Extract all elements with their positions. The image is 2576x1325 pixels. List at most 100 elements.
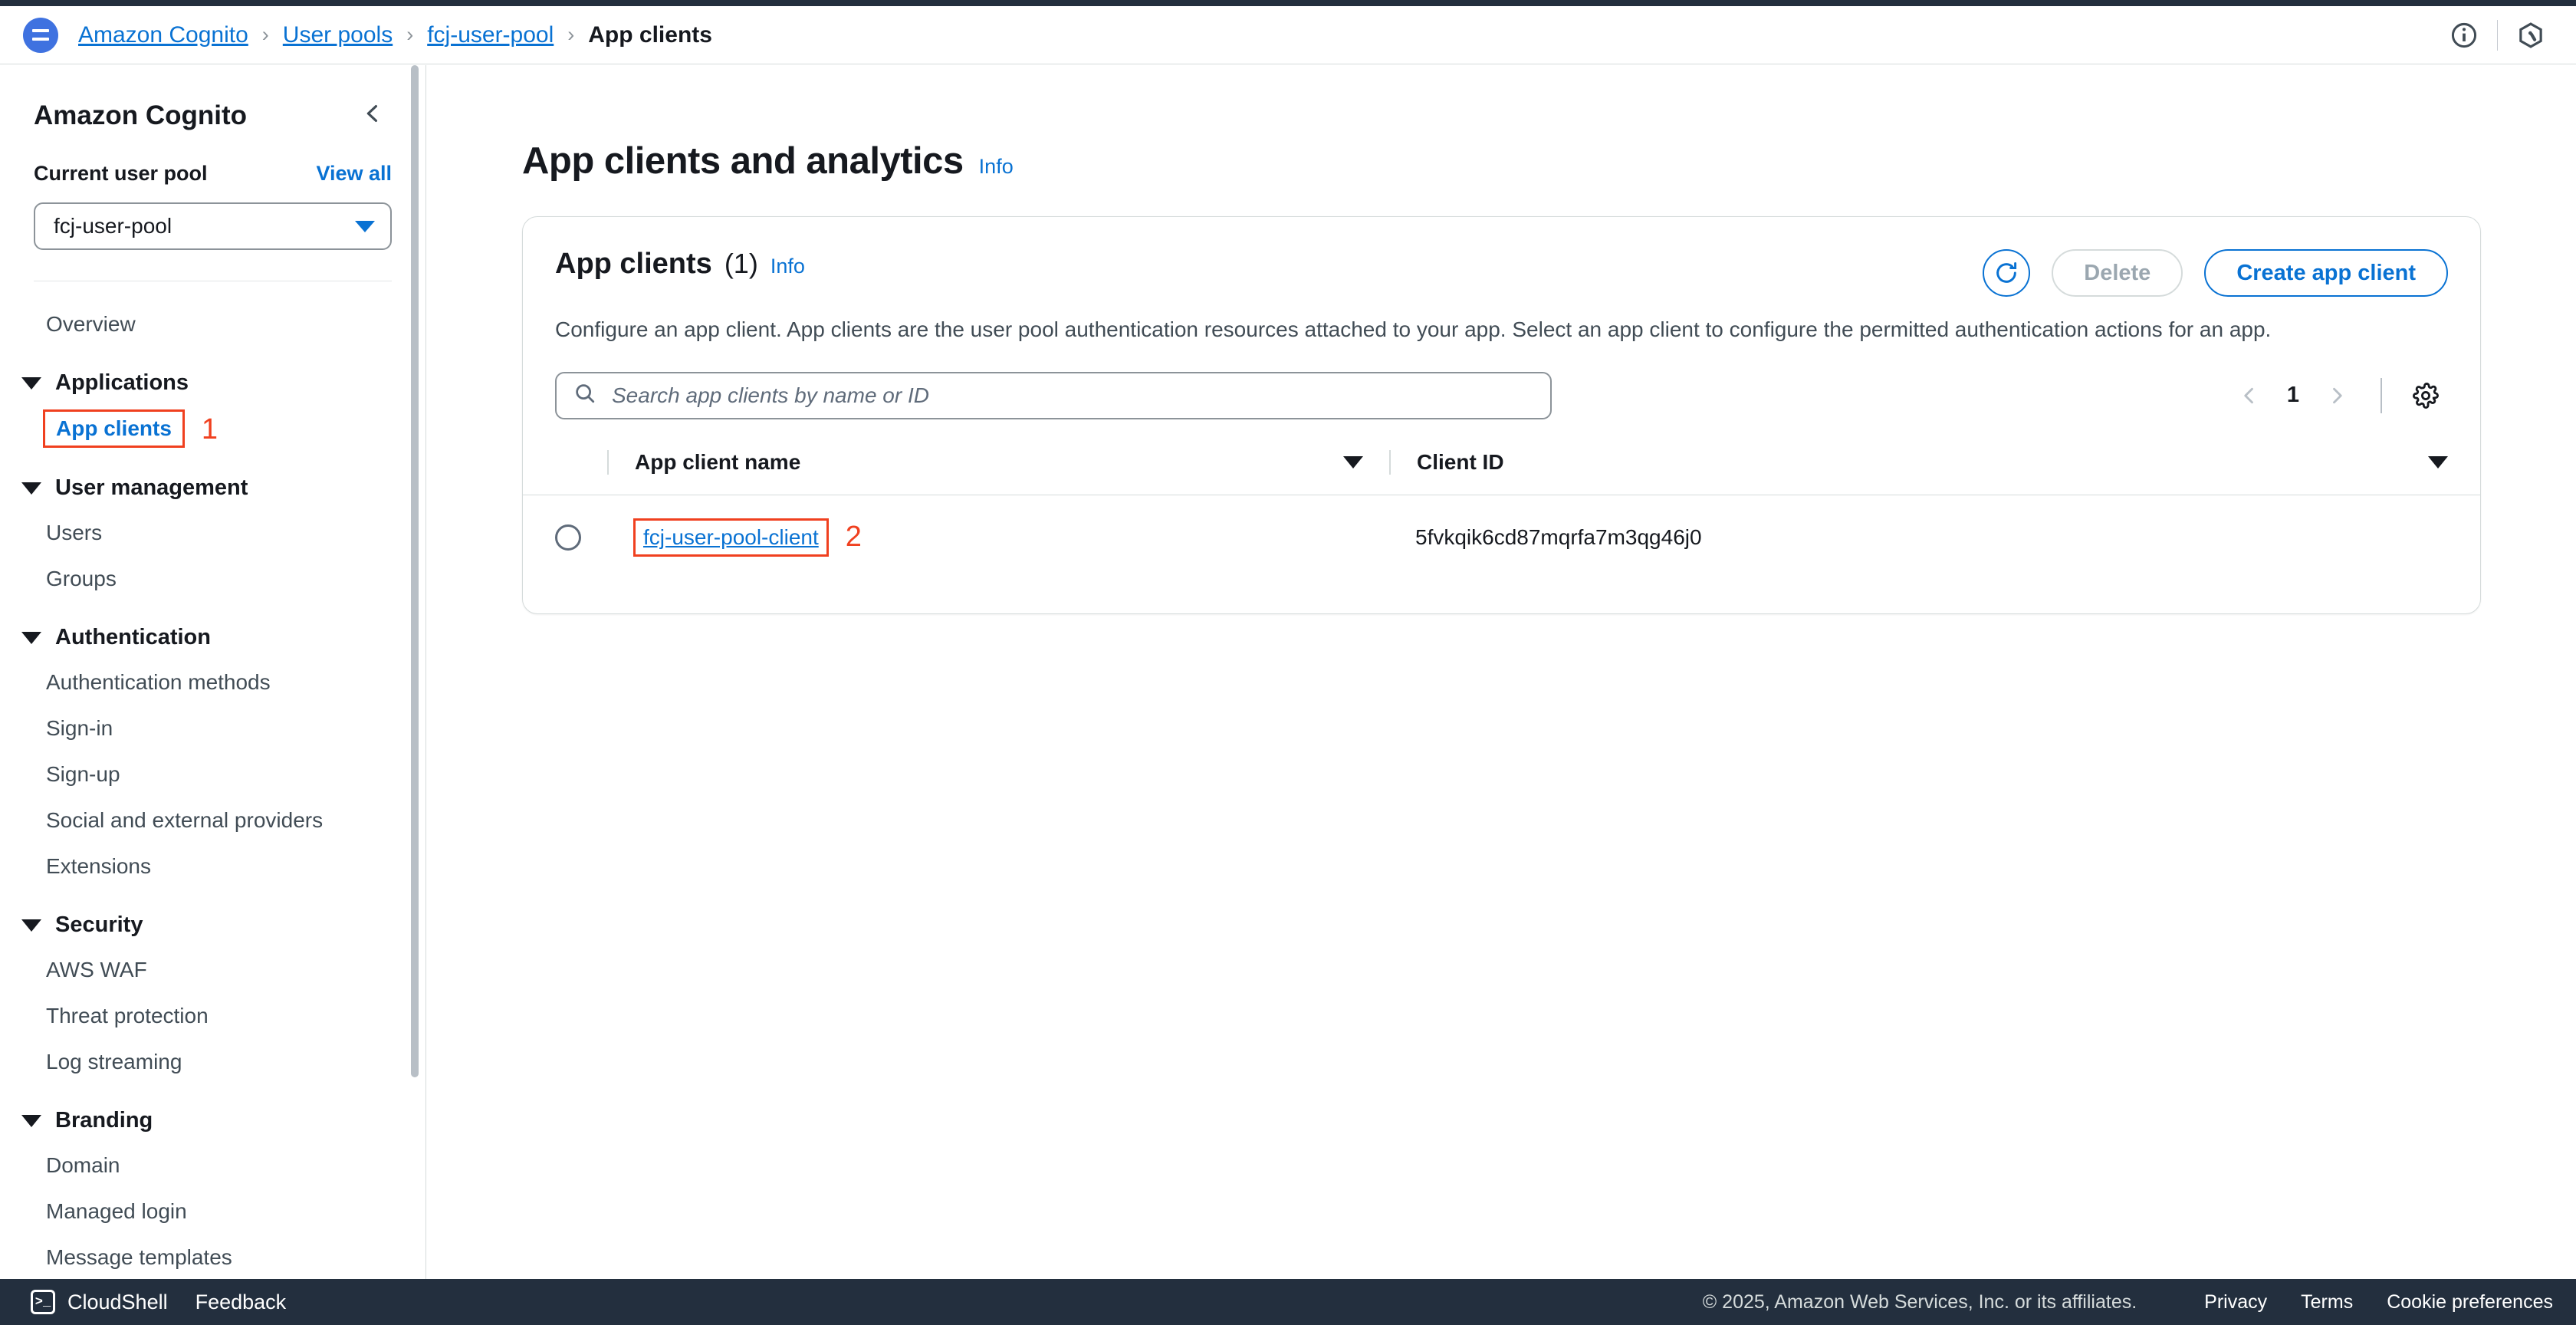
footer-link-cookie-preferences[interactable]: Cookie preferences	[2387, 1291, 2553, 1313]
sidebar-item-sign-up[interactable]: Sign-up	[0, 751, 426, 797]
current-pool-label: Current user pool	[34, 162, 208, 185]
view-all-link[interactable]: View all	[316, 162, 392, 186]
delete-button[interactable]: Delete	[2052, 249, 2183, 297]
card-actions: Delete Create app client	[1983, 249, 2448, 297]
pagination-page-1[interactable]: 1	[2272, 383, 2315, 408]
global-header: Amazon Cognito › User pools › fcj-user-p…	[0, 6, 2576, 64]
sidebar-item-groups[interactable]: Groups	[0, 556, 426, 602]
sidebar-group-label: Branding	[55, 1108, 153, 1133]
card-count: (1)	[724, 248, 758, 279]
sidebar-scrollbar[interactable]	[411, 65, 419, 1077]
breadcrumb-item-app-clients: App clients	[588, 21, 712, 48]
search-box[interactable]	[555, 371, 1552, 419]
card-title-row: App clients (1) Info	[555, 248, 805, 281]
sidebar-item-social-and-external-providers[interactable]: Social and external providers	[0, 797, 426, 843]
header-divider	[2497, 20, 2498, 51]
sidebar-nav: Overview Applications App clients 1 User …	[0, 301, 426, 1279]
sidebar-group-label: User management	[55, 475, 248, 500]
page-title-row: App clients and analytics Info	[427, 65, 2576, 182]
search-input[interactable]	[612, 383, 1533, 408]
sidebar-collapse-icon[interactable]	[353, 97, 392, 134]
table-header-client-id[interactable]: Client ID	[1389, 442, 2480, 495]
search-icon	[573, 382, 596, 409]
breadcrumb-item-amazon-cognito[interactable]: Amazon Cognito	[78, 22, 248, 48]
filter-icon[interactable]	[2428, 455, 2448, 469]
sidebar-item-app-clients[interactable]: App clients 1	[0, 405, 426, 452]
refresh-icon[interactable]	[1983, 249, 2031, 297]
sidebar-item-authentication-methods[interactable]: Authentication methods	[0, 659, 426, 705]
sidebar-item-threat-protection[interactable]: Threat protection	[0, 993, 426, 1039]
sidebar-group-security[interactable]: Security	[0, 889, 426, 947]
triangle-down-icon	[21, 919, 41, 932]
triangle-down-icon	[21, 631, 41, 644]
card-header: App clients (1) Info Delete Create app c…	[523, 217, 2480, 297]
create-app-client-button[interactable]: Create app client	[2204, 249, 2448, 297]
sidebar-item-domain[interactable]: Domain	[0, 1143, 426, 1189]
app-client-name-link[interactable]: fcj-user-pool-client	[633, 518, 829, 557]
sidebar-item-aws-waf[interactable]: AWS WAF	[0, 947, 426, 993]
sort-descending-icon[interactable]	[1343, 455, 1363, 469]
breadcrumb-item-user-pools[interactable]: User pools	[283, 22, 393, 48]
footer-bar: >_ CloudShell Feedback © 2025, Amazon We…	[0, 1279, 2576, 1325]
info-circle-icon[interactable]	[2440, 12, 2488, 59]
table-toolbar: 1	[523, 344, 2480, 419]
sidebar-title: Amazon Cognito	[34, 100, 248, 130]
card-description: Configure an app client. App clients are…	[555, 317, 2272, 341]
pagination-divider	[2380, 377, 2382, 413]
sidebar-group-label: Security	[55, 912, 143, 937]
app-clients-table: App client name Client ID fcj-user-pool-…	[523, 442, 2480, 583]
table-header-label: App client name	[635, 449, 801, 474]
cloudshell-button[interactable]: >_ CloudShell	[20, 1279, 179, 1325]
page-title: App clients and analytics	[522, 140, 964, 182]
row-radio-button[interactable]	[555, 524, 581, 551]
breadcrumb-separator-icon: ›	[406, 23, 414, 46]
sidebar-group-label: Applications	[55, 370, 189, 395]
sidebar-group-applications[interactable]: Applications	[0, 347, 426, 405]
sidebar-item-extensions[interactable]: Extensions	[0, 843, 426, 889]
annotation-marker-2: 2	[845, 521, 862, 554]
triangle-down-icon	[21, 1114, 41, 1127]
sidebar: Amazon Cognito Current user pool View al…	[0, 65, 426, 1279]
footer-left: >_ CloudShell Feedback	[0, 1279, 303, 1325]
page-info-link[interactable]: Info	[979, 155, 1014, 179]
table-row[interactable]: fcj-user-pool-client 2 5fvkqik6cd87mqrfa…	[523, 495, 2480, 583]
sidebar-item-message-templates[interactable]: Message templates	[0, 1235, 426, 1279]
main-content: App clients and analytics Info App clien…	[427, 65, 2576, 1279]
hamburger-menu-icon[interactable]	[23, 17, 58, 53]
sidebar-group-authentication[interactable]: Authentication	[0, 602, 426, 659]
copyright-text: © 2025, Amazon Web Services, Inc. or its…	[1702, 1290, 2137, 1313]
sidebar-item-managed-login[interactable]: Managed login	[0, 1189, 426, 1235]
cloudshell-label: CloudShell	[67, 1290, 168, 1313]
sidebar-item-log-streaming[interactable]: Log streaming	[0, 1039, 426, 1085]
sidebar-item-overview[interactable]: Overview	[0, 301, 426, 347]
triangle-down-icon	[21, 376, 41, 390]
pagination-next-icon[interactable]	[2315, 373, 2359, 418]
sidebar-group-user-management[interactable]: User management	[0, 452, 426, 510]
user-pool-select-value: fcj-user-pool	[54, 214, 172, 238]
card-info-link[interactable]: Info	[770, 255, 805, 278]
sidebar-group-branding[interactable]: Branding	[0, 1085, 426, 1143]
current-pool-row: Current user pool View all	[0, 134, 426, 186]
user-pool-select[interactable]: fcj-user-pool	[34, 202, 392, 250]
gear-icon[interactable]	[2404, 373, 2448, 418]
footer-right: © 2025, Amazon Web Services, Inc. or its…	[1703, 1291, 2553, 1313]
sidebar-group-label: Authentication	[55, 625, 211, 649]
amazon-q-icon[interactable]	[2507, 12, 2555, 59]
table-cell-select	[523, 495, 607, 583]
feedback-button[interactable]: Feedback	[179, 1279, 304, 1325]
sidebar-item-label: App clients	[43, 409, 185, 448]
table-header-app-client-name[interactable]: App client name	[607, 442, 1389, 495]
chevron-down-icon	[355, 220, 375, 232]
sidebar-item-users[interactable]: Users	[0, 510, 426, 556]
sidebar-header: Amazon Cognito	[0, 65, 426, 134]
terminal-icon: >_	[31, 1290, 55, 1314]
breadcrumb: Amazon Cognito › User pools › fcj-user-p…	[78, 22, 712, 48]
annotation-marker-1: 1	[201, 413, 219, 446]
sidebar-item-sign-in[interactable]: Sign-in	[0, 705, 426, 751]
triangle-down-icon	[21, 482, 41, 495]
footer-link-privacy[interactable]: Privacy	[2204, 1291, 2267, 1313]
pagination: 1	[2227, 373, 2448, 418]
footer-link-terms[interactable]: Terms	[2301, 1291, 2353, 1313]
breadcrumb-item-fcj-user-pool[interactable]: fcj-user-pool	[427, 22, 554, 48]
pagination-prev-icon[interactable]	[2227, 373, 2272, 418]
